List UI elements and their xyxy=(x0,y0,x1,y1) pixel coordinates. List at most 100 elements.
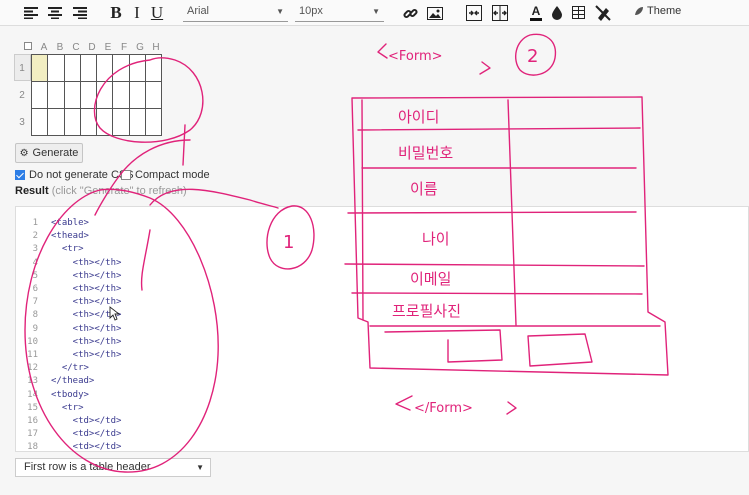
code-line: </thead> xyxy=(51,376,95,387)
align-center-icon[interactable] xyxy=(46,3,64,23)
compact-label: Compact mode xyxy=(135,169,210,181)
font-size-value: 10px xyxy=(299,5,323,17)
fill-color-icon[interactable] xyxy=(549,3,565,23)
grid-cell[interactable] xyxy=(145,108,163,136)
line-number: 1 xyxy=(32,218,38,228)
line-number: 2 xyxy=(32,231,38,242)
code-line: <th></th> xyxy=(51,323,122,334)
code-line: <th></th> xyxy=(51,284,122,294)
grid-cell[interactable] xyxy=(128,108,147,136)
table-border-icon[interactable] xyxy=(570,3,586,23)
grid-cell[interactable] xyxy=(128,54,147,82)
column-header[interactable]: B xyxy=(52,42,68,53)
grid-cell[interactable] xyxy=(112,81,130,109)
grid-cell[interactable] xyxy=(112,108,130,136)
grid-cell[interactable] xyxy=(145,54,163,82)
image-icon[interactable] xyxy=(426,3,444,23)
line-number: 8 xyxy=(32,310,38,321)
grid-column-headers: A B C D E F G H xyxy=(20,42,164,53)
grid-cell[interactable] xyxy=(47,81,65,109)
code-line: <th></th> xyxy=(51,297,122,308)
align-left-icon[interactable] xyxy=(22,3,40,23)
grid-cell[interactable] xyxy=(112,54,130,82)
theme-button[interactable]: Theme xyxy=(634,5,681,17)
column-header[interactable]: C xyxy=(68,42,84,53)
result-heading: Result (click "Generate" to refresh) xyxy=(15,185,187,197)
underline-icon[interactable]: U xyxy=(149,3,165,23)
theme-icon xyxy=(635,7,643,15)
line-number: 3 xyxy=(32,244,38,255)
clear-format-icon[interactable] xyxy=(594,3,612,23)
grid-cell[interactable] xyxy=(145,81,163,109)
code-line: <th></th> xyxy=(51,336,122,347)
grid-cell[interactable] xyxy=(63,108,81,136)
column-header[interactable]: D xyxy=(84,42,100,53)
compact-checkbox[interactable] xyxy=(121,170,131,180)
grid-cell[interactable] xyxy=(96,81,114,109)
grid-cell[interactable] xyxy=(79,54,98,82)
column-header[interactable]: H xyxy=(148,42,164,53)
align-right-icon[interactable] xyxy=(71,3,89,23)
header-option-select[interactable]: First row is a table header ▼ xyxy=(15,458,211,477)
code-line: <th></th> xyxy=(51,270,122,281)
code-editor[interactable]: 1 <table> 2 <thead> 3 <tr> 4 <th></th> 5 <th><… xyxy=(15,206,749,452)
column-header[interactable]: F xyxy=(116,42,132,53)
grid-cell[interactable] xyxy=(128,81,147,109)
column-header[interactable]: A xyxy=(36,42,52,53)
link-icon[interactable] xyxy=(401,3,419,23)
ink-stroke xyxy=(377,43,388,59)
text-color-icon[interactable]: A xyxy=(528,3,544,23)
no-css-checkbox[interactable] xyxy=(15,170,25,180)
merge-cells-icon[interactable] xyxy=(465,3,483,23)
no-css-option[interactable]: Do not generate CSS xyxy=(15,169,134,181)
row-header[interactable]: 3 xyxy=(14,117,30,128)
line-number: 5 xyxy=(32,270,38,281)
select-all-checkbox[interactable] xyxy=(20,42,36,53)
line-number: 12 xyxy=(27,363,38,374)
grid-cell[interactable] xyxy=(79,108,98,136)
grid-cell[interactable] xyxy=(96,108,114,136)
grid-cell[interactable] xyxy=(47,108,65,136)
grid-cell[interactable] xyxy=(96,54,114,82)
line-number: 7 xyxy=(32,297,38,308)
row-header[interactable]: 2 xyxy=(14,90,30,101)
ink-stroke xyxy=(514,33,557,76)
grid-cell[interactable] xyxy=(30,108,49,136)
result-note: (click "Generate" to refresh) xyxy=(51,185,187,197)
line-number: 10 xyxy=(27,336,38,347)
result-label: Result xyxy=(15,185,49,197)
compact-option[interactable]: Compact mode xyxy=(121,169,210,181)
line-number: 15 xyxy=(27,402,38,413)
line-number: 16 xyxy=(27,416,38,426)
grid-cell[interactable] xyxy=(63,81,81,109)
code-line: <tr> xyxy=(51,402,84,413)
grid-cell[interactable] xyxy=(47,54,65,82)
line-number: 11 xyxy=(27,350,38,360)
grid-cell[interactable] xyxy=(30,81,49,109)
split-cells-icon[interactable] xyxy=(491,3,509,23)
bold-icon[interactable]: B xyxy=(108,3,124,23)
column-header[interactable]: G xyxy=(132,42,148,53)
line-number: 13 xyxy=(27,376,38,387)
font-family-value: Arial xyxy=(187,5,210,17)
form-row-label: 이름 xyxy=(410,180,438,198)
generate-button[interactable]: ⚙ Generate xyxy=(15,143,83,163)
chevron-down-icon: ▼ xyxy=(372,7,380,16)
font-size-select[interactable]: 10px ▼ xyxy=(295,3,384,22)
form-row-label: 비밀번호 xyxy=(398,144,453,162)
grid-cell[interactable] xyxy=(30,54,49,82)
code-line: <th></th> xyxy=(51,350,122,360)
italic-icon[interactable]: I xyxy=(131,3,143,23)
code-line: <tr> xyxy=(51,244,84,255)
ink-stroke xyxy=(357,127,641,131)
circle-number-2: 2 xyxy=(527,46,538,67)
code-line: <td></td> xyxy=(51,429,122,440)
column-header[interactable]: E xyxy=(100,42,116,53)
table-size-grid[interactable] xyxy=(30,54,163,136)
line-number: 14 xyxy=(27,389,38,400)
grid-cell[interactable] xyxy=(63,54,81,82)
font-family-select[interactable]: Arial ▼ xyxy=(183,3,288,22)
row-header[interactable]: 1 xyxy=(14,63,30,74)
grid-cell[interactable] xyxy=(79,81,98,109)
form-row-label: 아이디 xyxy=(398,108,439,126)
